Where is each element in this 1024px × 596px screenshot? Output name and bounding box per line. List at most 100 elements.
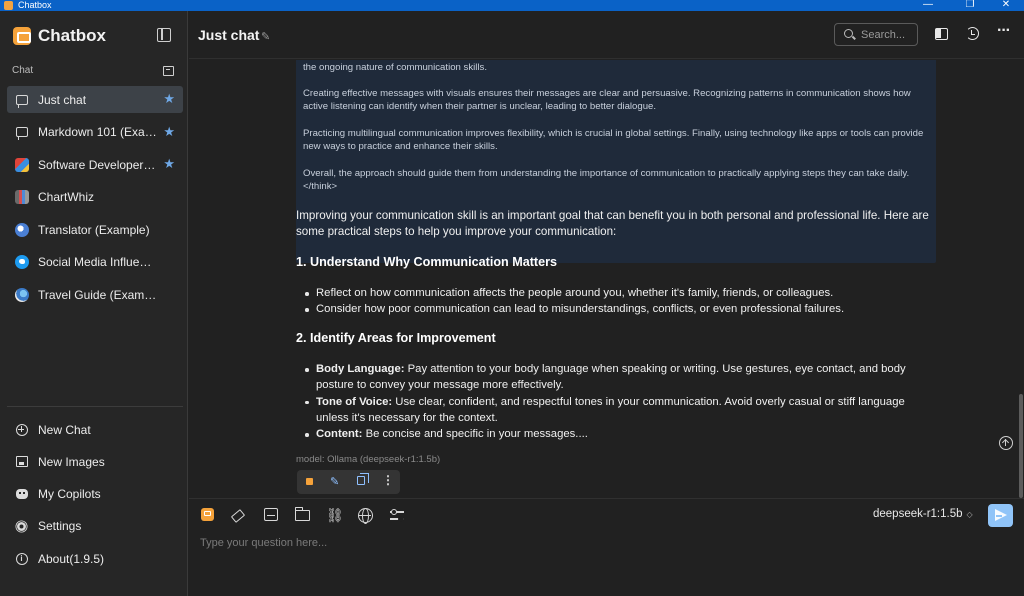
star-icon[interactable]: ★	[163, 91, 175, 107]
new-images-button[interactable]: New Images	[7, 448, 183, 475]
chat-item-label: ChartWhiz	[38, 190, 95, 204]
maximize-button[interactable]: ❐	[960, 0, 980, 10]
send-button[interactable]	[988, 504, 1013, 527]
scroll-to-top-icon[interactable]	[999, 436, 1013, 450]
model-label: model: Ollama (deepseek-r1:1.5b)	[296, 454, 441, 465]
add-image-icon	[15, 455, 28, 468]
close-window-button[interactable]: ✕	[996, 0, 1016, 10]
chat-section-label: Chat	[12, 65, 34, 76]
travel-guide-avatar-icon	[15, 287, 29, 302]
edit-pencil-icon[interactable]: ✎	[330, 475, 344, 489]
software-developer-avatar-icon	[15, 157, 29, 172]
stop-icon[interactable]	[306, 478, 313, 485]
eraser-icon[interactable]	[230, 509, 246, 523]
chatbox-logo-icon	[13, 27, 31, 45]
chat-item-markdown-101[interactable]: Markdown 101 (Example) ★	[7, 119, 183, 146]
search-icon	[844, 29, 853, 38]
star-icon[interactable]: ★	[163, 124, 175, 140]
history-icon[interactable]	[966, 27, 979, 40]
attach-folder-icon[interactable]	[294, 507, 310, 521]
section-1: 1. Understand Why Communication Matters	[296, 255, 936, 269]
star-icon[interactable]: ★	[163, 156, 175, 172]
chat-bubble-icon	[15, 93, 29, 108]
link-icon[interactable]: ⛓	[326, 508, 344, 523]
chat-list: Just chat ★ Markdown 101 (Example) ★ Sof…	[7, 86, 183, 314]
input-area: ⛓ deepseek-r1:1.5b ◇	[189, 498, 1024, 596]
list-item-term: Body Language:	[316, 363, 405, 375]
sidebar: Chatbox Chat Just chat ★ Markdown 101 (E…	[0, 11, 188, 596]
list-item-text: Be concise and specific in your messages…	[362, 428, 588, 441]
think-paragraph: the ongoing nature of communication skil…	[303, 62, 487, 73]
more-vertical-icon[interactable]: ⋮	[382, 473, 396, 487]
question-input[interactable]	[200, 533, 980, 553]
list-item: Consider how poor communication can lead…	[296, 301, 936, 317]
minimize-button[interactable]: —	[918, 0, 938, 10]
toggle-panel-icon[interactable]	[935, 28, 948, 40]
more-options-icon[interactable]: ···	[997, 22, 1011, 40]
archive-icon[interactable]	[163, 66, 174, 76]
list-item: Body Language: Pay attention to your bod…	[296, 361, 936, 394]
think-paragraph: Overall, the approach should guide them …	[303, 168, 910, 193]
web-search-globe-icon[interactable]	[358, 508, 373, 524]
message-toolbar: ✎ ⋮	[297, 470, 400, 494]
list-item: Reflect on how communication affects the…	[296, 285, 936, 301]
attach-image-icon[interactable]	[264, 508, 278, 521]
chat-item-software-developer[interactable]: Software Developer (Example) ★	[7, 151, 183, 178]
list-item-text: Use clear, confident, and respectful ton…	[316, 395, 905, 424]
scrollbar[interactable]	[1019, 394, 1023, 498]
chatbox-copilot-icon[interactable]	[201, 508, 214, 521]
settings-label: Settings	[38, 519, 82, 534]
think-paragraph: Practicing multilingual communication im…	[303, 128, 924, 153]
chat-item-label: Just chat	[38, 92, 87, 107]
chat-item-label: Translator (Example)	[38, 222, 150, 237]
window-title: Chatbox	[18, 0, 52, 10]
window-titlebar: Chatbox — ❐ ✕	[0, 0, 1024, 11]
settings-button[interactable]: Settings	[7, 513, 183, 540]
section-2: 2. Identify Areas for Improvement	[296, 331, 936, 345]
about-label: About(1.9.5)	[38, 551, 105, 566]
section-heading: 1. Understand Why Communication Matters	[296, 255, 558, 269]
new-chat-button[interactable]: New Chat	[7, 416, 183, 443]
new-images-label: New Images	[38, 454, 105, 469]
chat-item-label: Travel Guide (Example)	[38, 287, 158, 302]
chat-item-translator[interactable]: Translator (Example)	[7, 216, 183, 243]
chat-settings-sliders-icon[interactable]	[390, 508, 405, 523]
add-circle-icon	[15, 423, 28, 436]
section-1-list: Reflect on how communication affects the…	[296, 285, 936, 318]
model-selector[interactable]: deepseek-r1:1.5b ◇	[873, 508, 973, 520]
chat-item-label: Social Media Influencer (Example)	[38, 255, 158, 269]
think-paragraph: Creating effective messages with visuals…	[303, 88, 911, 113]
search-placeholder: Search...	[861, 29, 906, 41]
list-item-term: Content:	[316, 428, 363, 441]
about-button[interactable]: i About(1.9.5)	[7, 545, 183, 572]
chat-item-label: Software Developer (Example)	[38, 157, 158, 172]
new-chat-label: New Chat	[38, 422, 91, 437]
section-2-list: Body Language: Pay attention to your bod…	[296, 361, 936, 442]
copy-icon[interactable]	[357, 473, 369, 485]
search-button[interactable]: Search...	[834, 23, 918, 46]
chat-header: Just chat ✎ Search... ···	[189, 11, 1024, 59]
my-copilots-label: My Copilots	[38, 487, 101, 502]
chat-bubble-icon	[15, 125, 29, 140]
brand: Chatbox	[13, 25, 106, 47]
bottom-menu: New Chat New Images My Copilots Settings…	[7, 416, 183, 577]
edit-title-pencil-icon[interactable]: ✎	[261, 30, 270, 43]
list-item-text: Pay attention to your body language when…	[316, 363, 906, 392]
sidebar-divider	[7, 406, 183, 407]
section-heading: 2. Identify Areas for Improvement	[296, 331, 496, 345]
brand-name: Chatbox	[38, 26, 106, 45]
list-item: Content: Be concise and specific in your…	[296, 426, 936, 442]
chat-item-social-media-influencer[interactable]: Social Media Influencer (Example)	[7, 249, 183, 276]
answer-intro: Improving your communication skill is an…	[296, 208, 936, 241]
chat-item-travel-guide[interactable]: Travel Guide (Example)	[7, 281, 183, 308]
chat-item-label: Markdown 101 (Example)	[38, 125, 158, 139]
chat-item-chartwhiz[interactable]: ChartWhiz	[7, 184, 183, 211]
model-selector-value: deepseek-r1:1.5b	[873, 508, 963, 520]
collapse-sidebar-icon[interactable]	[157, 28, 171, 42]
chatbox-app-icon	[4, 1, 13, 10]
chat-title: Just chat	[198, 27, 260, 43]
my-copilots-button[interactable]: My Copilots	[7, 481, 183, 508]
chat-item-just-chat[interactable]: Just chat ★	[7, 86, 183, 113]
chevron-updown-icon: ◇	[966, 510, 973, 519]
chartwhiz-avatar-icon	[15, 190, 29, 204]
